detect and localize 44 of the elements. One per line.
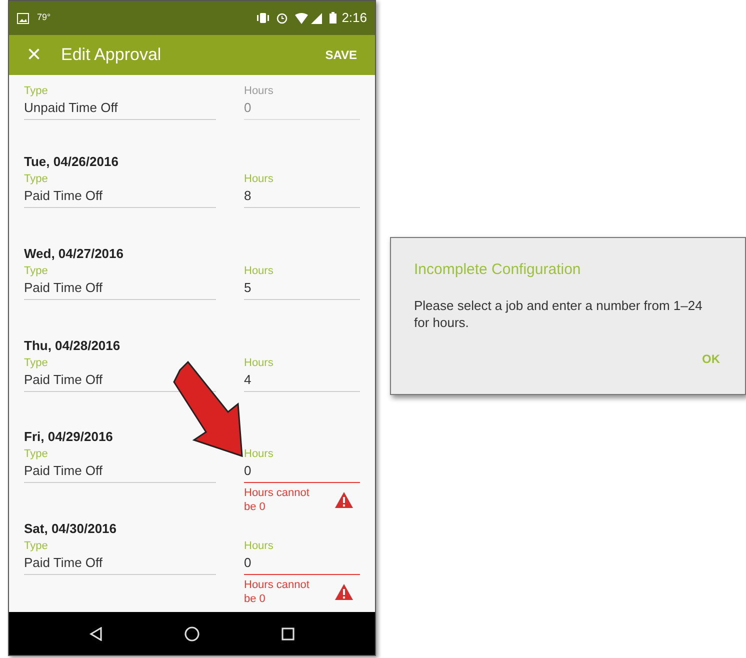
field-label: Type [24, 539, 49, 554]
hours-field[interactable]: 8 [244, 187, 360, 208]
field-label: Type [24, 356, 49, 371]
warning-icon [334, 583, 354, 602]
dialog-message: Please select a job and enter a number from 1–24 for hours. [414, 296, 704, 330]
date-heading: Thu, 04/28/2016 [24, 336, 122, 355]
image-icon [17, 12, 29, 24]
home-icon[interactable] [184, 626, 200, 642]
signal-icon [310, 12, 322, 24]
hours-field[interactable]: 0 [244, 554, 360, 576]
date-heading: Fri, 04/29/2016 [24, 428, 114, 446]
field-label: Hours [244, 447, 274, 462]
date-heading: Tue, 04/26/2016 [24, 153, 120, 172]
error-message: Hours cannot be 0 [244, 486, 310, 514]
field-label: Hours [244, 539, 274, 554]
hours-field[interactable]: 4 [244, 370, 360, 392]
field-label: Type [24, 447, 49, 462]
field-label: Hours [244, 264, 274, 279]
wifi-icon [294, 12, 308, 24]
field-label: Type [24, 264, 49, 279]
field-label: Type [24, 172, 49, 188]
alarm-icon [276, 12, 288, 24]
type-field[interactable]: Paid Time Off [24, 462, 216, 484]
date-heading: Sat, 04/30/2016 [24, 520, 118, 538]
type-field[interactable]: Paid Time Off [24, 187, 216, 208]
field-label: Type [24, 84, 49, 99]
app-title: Edit Approval [61, 44, 162, 66]
field-label: Hours [244, 356, 274, 371]
field-label: Hours [244, 84, 274, 99]
back-icon[interactable] [89, 626, 104, 640]
clock-text: 2:16 [342, 9, 367, 28]
date-heading: Wed, 04/27/2016 [24, 244, 124, 263]
vibrate-icon [256, 12, 270, 24]
hours-field[interactable]: 0 [244, 462, 360, 484]
hours-field[interactable]: 5 [244, 278, 360, 300]
type-field[interactable]: Paid Time Off [24, 554, 216, 576]
error-message: Hours cannot be 0 [244, 578, 310, 606]
field-label: Hours [244, 172, 274, 188]
temperature-text: 79° [37, 11, 51, 24]
type-field[interactable]: Paid Time Off [24, 278, 216, 300]
battery-icon [328, 12, 337, 24]
overview-icon[interactable] [280, 626, 295, 640]
warning-icon [334, 491, 354, 510]
dialog-title: Incomplete Configuration [414, 260, 582, 280]
